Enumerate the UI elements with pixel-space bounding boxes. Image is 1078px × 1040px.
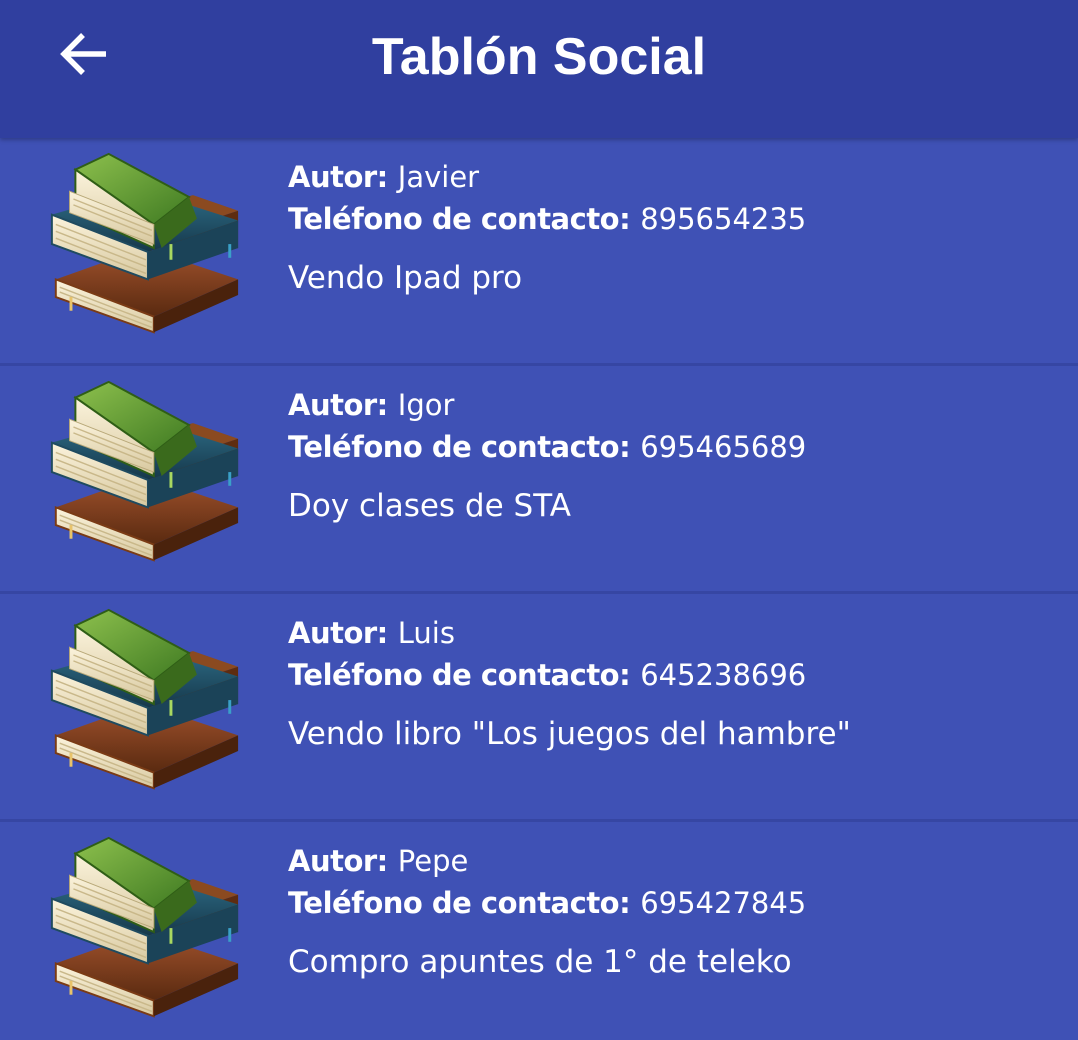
author-row: Autor: Igor — [288, 384, 1058, 426]
author-label: Autor: — [288, 616, 388, 650]
phone-label: Teléfono de contacto: — [288, 430, 631, 464]
post-details: Autor: Javier Teléfono de contacto: 895654… — [288, 156, 1058, 298]
post-details: Autor: Luis Teléfono de contacto: 64523869… — [288, 612, 1058, 754]
phone-value: 695427845 — [640, 886, 807, 920]
post-message: Compro apuntes de 1° de teleko — [288, 944, 792, 980]
phone-label: Teléfono de contacto: — [288, 886, 631, 920]
author-row: Autor: Javier — [288, 156, 1058, 198]
post-details: Autor: Pepe Teléfono de contacto: 69542784… — [288, 840, 1058, 982]
post-message: Doy clases de STA — [288, 488, 571, 524]
app-screen: Tablón Social Autor: Javier Teléfono de … — [0, 0, 1078, 1040]
books-icon — [50, 836, 239, 1018]
author-value: Igor — [397, 388, 455, 422]
toolbar: Tablón Social — [0, 0, 1078, 138]
phone-label: Teléfono de contacto: — [288, 202, 631, 236]
post-message: Vendo libro "Los juegos del hambre" — [288, 716, 851, 752]
phone-row: Teléfono de contacto: 695465689 — [288, 426, 1058, 468]
author-value: Pepe — [397, 844, 469, 878]
author-value: Luis — [397, 616, 455, 650]
posts-list[interactable]: Autor: Javier Teléfono de contacto: 895654… — [0, 138, 1078, 1040]
phone-row: Teléfono de contacto: 895654235 — [288, 198, 1058, 240]
author-value: Javier — [397, 160, 480, 194]
phone-value: 695465689 — [640, 430, 807, 464]
books-icon — [50, 608, 239, 790]
phone-value: 895654235 — [640, 202, 807, 236]
page-title: Tablón Social — [371, 28, 707, 86]
books-icon — [50, 380, 239, 562]
phone-value: 645238696 — [640, 658, 807, 692]
list-item[interactable]: Autor: Pepe Teléfono de contacto: 69542784… — [0, 822, 1078, 1040]
phone-row: Teléfono de contacto: 695427845 — [288, 882, 1058, 924]
author-row: Autor: Luis — [288, 612, 1058, 654]
author-label: Autor: — [288, 388, 388, 422]
phone-row: Teléfono de contacto: 645238696 — [288, 654, 1058, 696]
books-icon — [50, 152, 239, 334]
post-details: Autor: Igor Teléfono de contacto: 69546568… — [288, 384, 1058, 526]
phone-label: Teléfono de contacto: — [288, 658, 631, 692]
author-label: Autor: — [288, 844, 388, 878]
list-item[interactable]: Autor: Luis Teléfono de contacto: 64523869… — [0, 594, 1078, 822]
author-label: Autor: — [288, 160, 388, 194]
list-item[interactable]: Autor: Javier Teléfono de contacto: 895654… — [0, 138, 1078, 366]
post-message: Vendo Ipad pro — [288, 260, 523, 296]
author-row: Autor: Pepe — [288, 840, 1058, 882]
list-item[interactable]: Autor: Igor Teléfono de contacto: 69546568… — [0, 366, 1078, 594]
